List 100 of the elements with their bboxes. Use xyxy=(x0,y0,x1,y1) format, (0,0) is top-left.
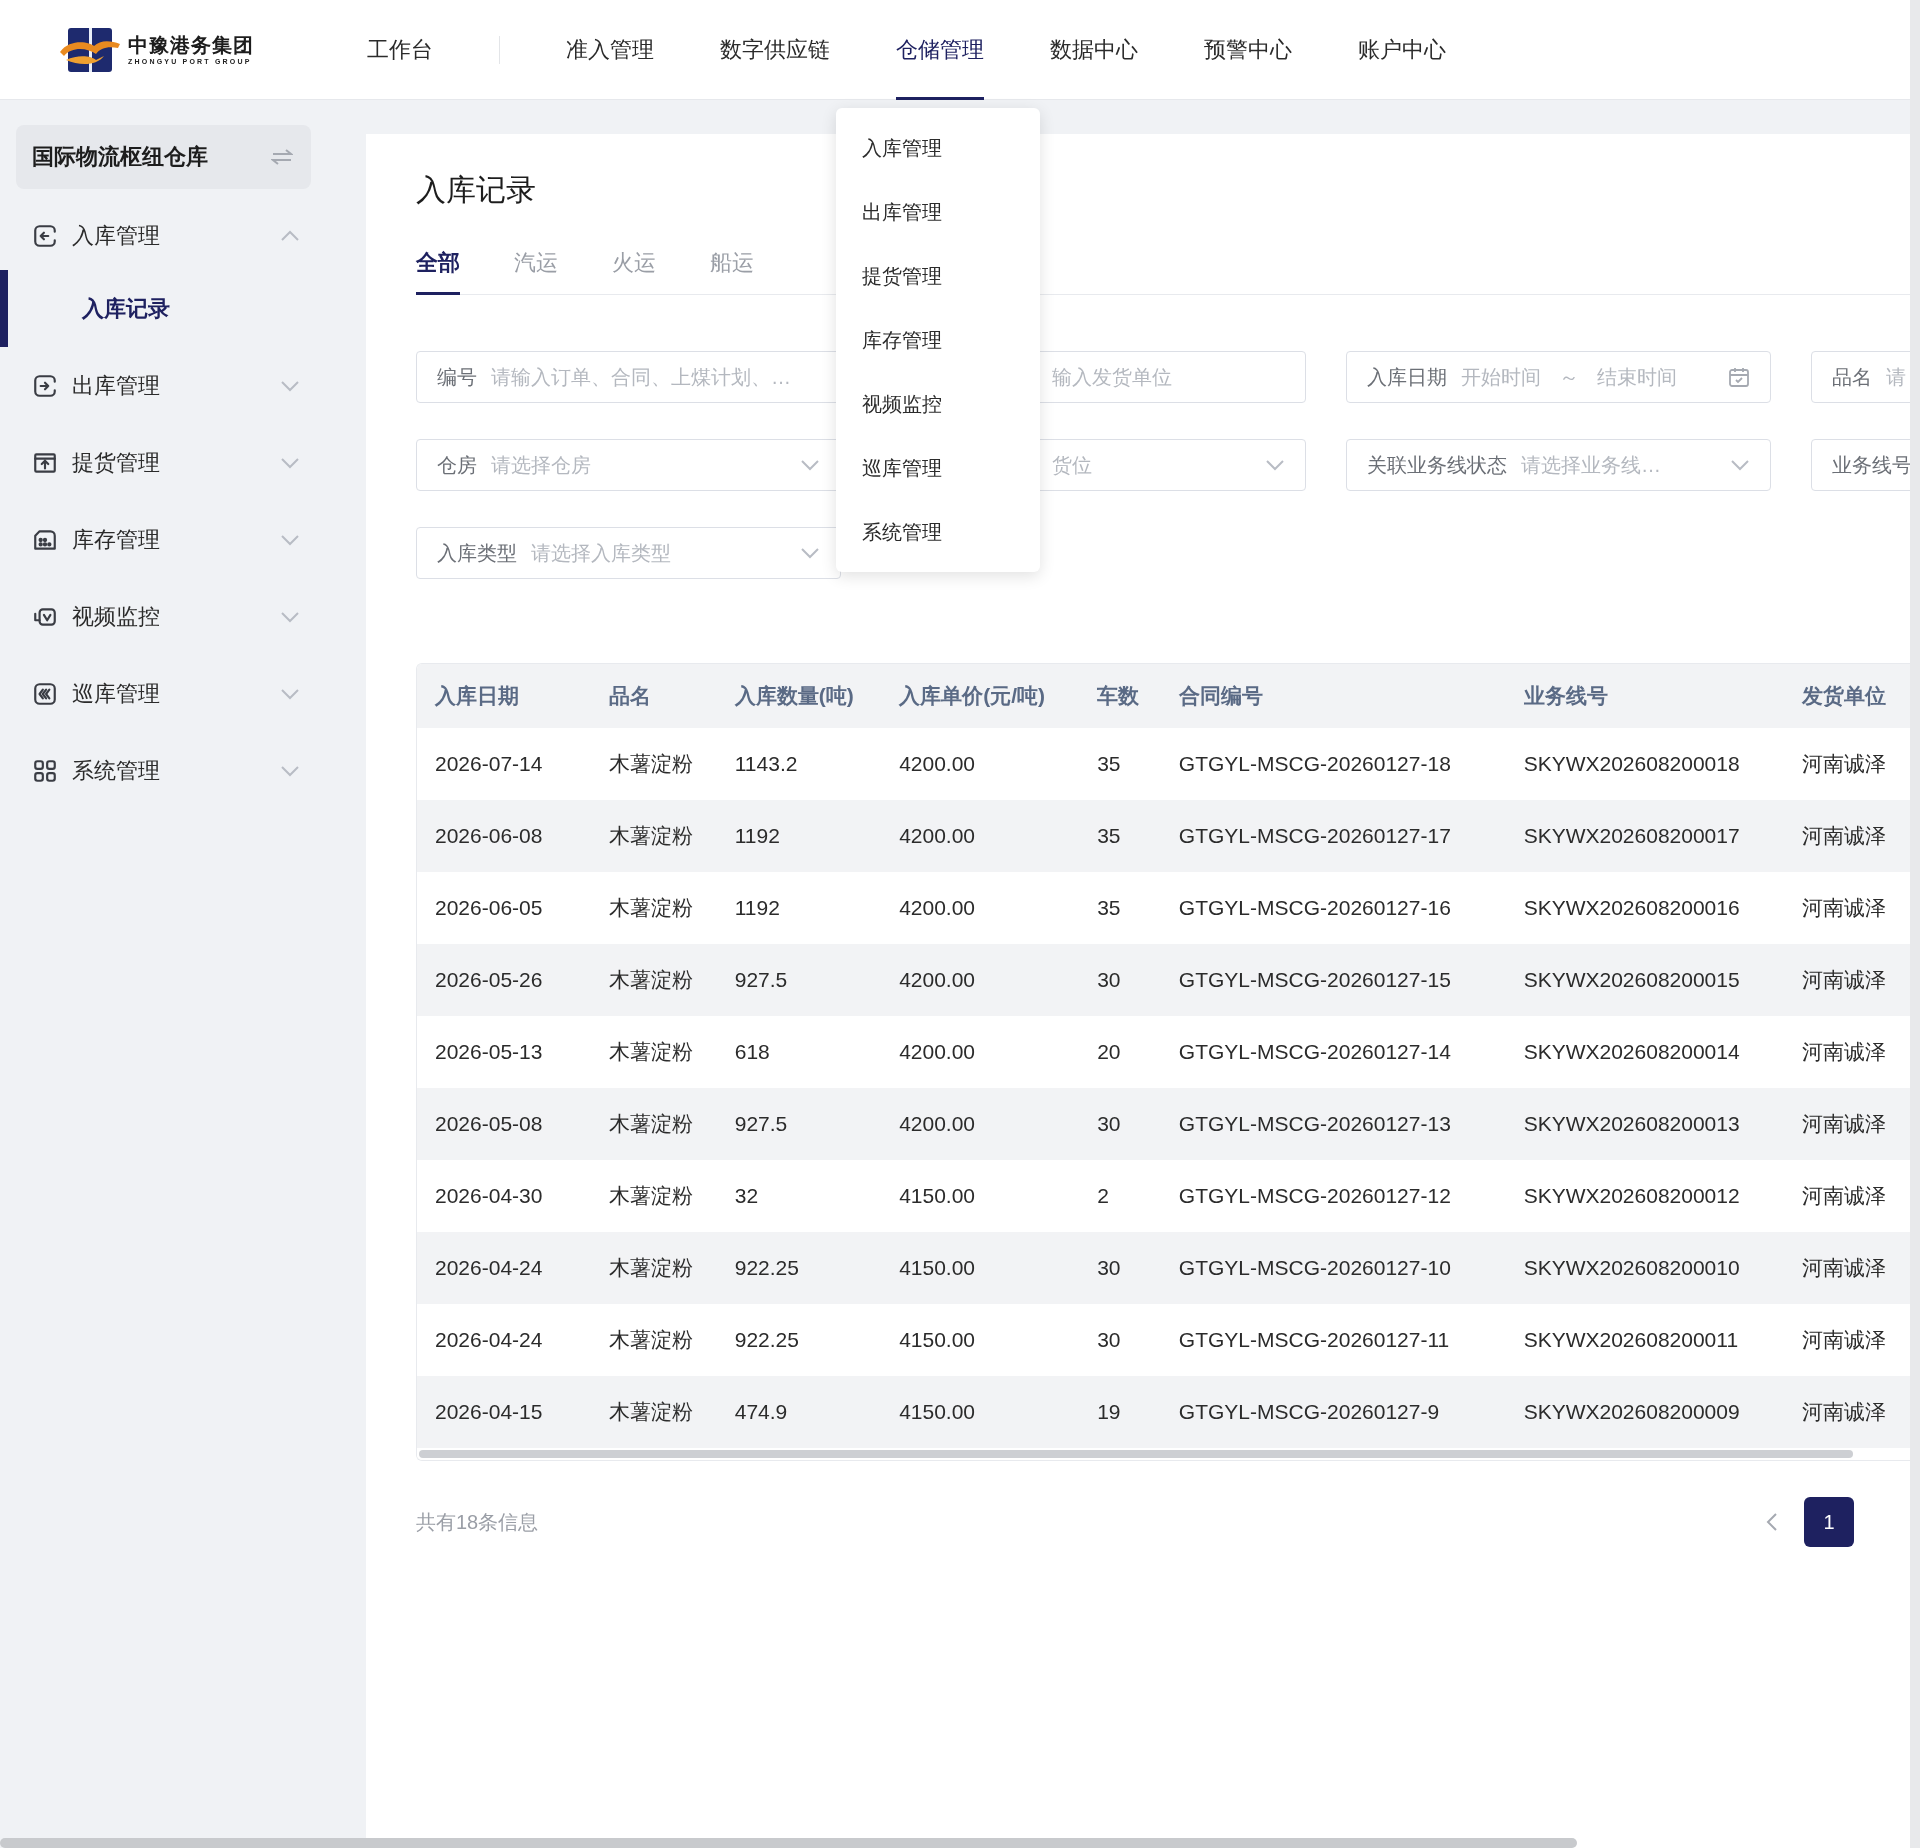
nav-tab[interactable]: 工作台 xyxy=(367,0,433,100)
table-cell: GTGYL-MSCG-20260127-15 xyxy=(1160,944,1506,1016)
table-cell: SKYWX202608200015 xyxy=(1505,944,1785,1016)
dropdown-menu-item[interactable]: 入库管理 xyxy=(836,116,1040,180)
table-cell: GTGYL-MSCG-20260127-13 xyxy=(1160,1088,1506,1160)
sidebar-menu-item[interactable]: 提货管理 xyxy=(0,424,366,501)
table-cell: SKYWX202608200018 xyxy=(1505,728,1785,800)
table-cell: 木薯淀粉 xyxy=(591,872,717,944)
date-range-field[interactable]: 入库日期 开始时间 ～ 结束时间 xyxy=(1346,351,1771,403)
page-button[interactable]: 1 xyxy=(1804,1497,1854,1547)
logo-name: 中豫港务集团 xyxy=(128,32,254,57)
table-cell: 河南诚泽 xyxy=(1784,728,1920,800)
table-cell: 35 xyxy=(1079,728,1161,800)
warehouse-switcher[interactable]: 国际物流枢纽仓库 xyxy=(16,125,311,189)
table-cell: GTGYL-MSCG-20260127-17 xyxy=(1160,800,1506,872)
nav-tab[interactable]: 仓储管理 xyxy=(896,0,984,100)
table-cell: 4150.00 xyxy=(881,1304,1080,1376)
logo-icon xyxy=(60,25,120,74)
table-cell: 2026-04-30 xyxy=(417,1160,592,1232)
select-field[interactable]: 关联业务线状态 请选择业务线… xyxy=(1346,439,1771,491)
table-cell: 4200.00 xyxy=(881,800,1080,872)
table-cell: GTGYL-MSCG-20260127-10 xyxy=(1160,1232,1506,1304)
table-cell: 20 xyxy=(1079,1016,1161,1088)
table-cell: 4200.00 xyxy=(881,944,1080,1016)
column-header: 入库数量(吨) xyxy=(716,664,882,728)
table-cell: 木薯淀粉 xyxy=(591,1304,717,1376)
horizontal-scrollbar[interactable] xyxy=(0,1838,1577,1848)
table-cell: 木薯淀粉 xyxy=(591,1232,717,1304)
sidebar-menu-item[interactable]: 库存管理 xyxy=(0,501,366,578)
table-cell: SKYWX202608200009 xyxy=(1505,1376,1785,1448)
table-cell: 927.5 xyxy=(716,1088,882,1160)
table-cell: 4150.00 xyxy=(881,1376,1080,1448)
sidebar-menu-item[interactable]: 系统管理 xyxy=(0,732,366,809)
table-cell: 4200.00 xyxy=(881,1016,1080,1088)
dropdown-menu-item[interactable]: 出库管理 xyxy=(836,180,1040,244)
sidebar-menu-item[interactable]: 巡库管理 xyxy=(0,655,366,732)
chevron-down-icon xyxy=(280,610,300,623)
table-cell: 河南诚泽 xyxy=(1784,1304,1920,1376)
page-title: 入库记录 xyxy=(416,172,536,208)
table-cell: 木薯淀粉 xyxy=(591,1376,717,1448)
scrollbar-thumb[interactable] xyxy=(419,1450,1853,1458)
previous-page-icon[interactable] xyxy=(1766,1512,1778,1532)
column-header: 业务线号 xyxy=(1505,664,1785,728)
column-header: 入库日期 xyxy=(417,664,592,728)
tab[interactable]: 全部 xyxy=(416,240,460,295)
vertical-scrollbar[interactable] xyxy=(1910,0,1920,1848)
chevron-down-icon xyxy=(800,547,820,559)
table-cell: GTGYL-MSCG-20260127-11 xyxy=(1160,1304,1506,1376)
table-cell: 2026-04-24 xyxy=(417,1232,592,1304)
table-cell: 922.25 xyxy=(716,1304,882,1376)
table-cell: 30 xyxy=(1079,1088,1161,1160)
table-cell: 木薯淀粉 xyxy=(591,800,717,872)
table-cell: SKYWX202608200012 xyxy=(1505,1160,1785,1232)
column-header: 车数 xyxy=(1079,664,1161,728)
table-cell: 1192 xyxy=(716,800,882,872)
dropdown-menu-item[interactable]: 提货管理 xyxy=(836,244,1040,308)
column-header: 合同编号 xyxy=(1160,664,1506,728)
table-cell: 474.9 xyxy=(716,1376,882,1448)
table-cell: 35 xyxy=(1079,800,1161,872)
chevron-down-icon xyxy=(280,379,300,392)
table-cell: 4200.00 xyxy=(881,728,1080,800)
table-cell: 2026-05-13 xyxy=(417,1016,592,1088)
chevron-down-icon xyxy=(280,456,300,469)
sidebar-menu-item[interactable]: 出库管理 xyxy=(0,347,366,424)
table-cell: GTGYL-MSCG-20260127-18 xyxy=(1160,728,1506,800)
menu-icon xyxy=(32,372,58,399)
sidebar-menu-item[interactable]: 视频监控 xyxy=(0,578,366,655)
table-cell: 木薯淀粉 xyxy=(591,1088,717,1160)
table-cell: 2026-04-15 xyxy=(417,1376,592,1448)
table-cell: 木薯淀粉 xyxy=(591,1016,717,1088)
column-header: 入库单价(元/吨) xyxy=(881,664,1080,728)
swap-icon xyxy=(271,148,293,166)
record-count: 共有18条信息 xyxy=(416,1509,540,1535)
nav-tab[interactable]: 账户中心 xyxy=(1358,0,1446,100)
column-header: 品名 xyxy=(591,664,717,728)
table-cell: 4150.00 xyxy=(881,1232,1080,1304)
table-cell: 1143.2 xyxy=(716,728,882,800)
table-cell: SKYWX202608200014 xyxy=(1505,1016,1785,1088)
calendar-icon xyxy=(1728,366,1750,388)
nav-tab[interactable]: 数据中心 xyxy=(1050,0,1138,100)
table-cell: 19 xyxy=(1079,1376,1161,1448)
nav-tab[interactable]: 准入管理 xyxy=(566,0,654,100)
table-cell: 30 xyxy=(1079,1232,1161,1304)
table-cell: 木薯淀粉 xyxy=(591,944,717,1016)
table-cell: 4150.00 xyxy=(881,1160,1080,1232)
table-cell: 河南诚泽 xyxy=(1784,1160,1920,1232)
nav-tab[interactable]: 数字供应链 xyxy=(720,0,830,100)
table-cell: GTGYL-MSCG-20260127-14 xyxy=(1160,1016,1506,1088)
nav-tab[interactable]: 预警中心 xyxy=(1204,0,1292,100)
table-cell: GTGYL-MSCG-20260127-16 xyxy=(1160,872,1506,944)
table-cell: 4200.00 xyxy=(881,872,1080,944)
table-cell: 32 xyxy=(716,1160,882,1232)
table-cell: 922.25 xyxy=(716,1232,882,1304)
table-cell: SKYWX202608200017 xyxy=(1505,800,1785,872)
table-cell: 927.5 xyxy=(716,944,882,1016)
table-cell: 木薯淀粉 xyxy=(591,1160,717,1232)
table-cell: SKYWX202608200016 xyxy=(1505,872,1785,944)
table-cell: SKYWX202608200010 xyxy=(1505,1232,1785,1304)
table-cell: 木薯淀粉 xyxy=(591,728,717,800)
select-field[interactable]: 入库类型 请选择入库类型 xyxy=(416,527,841,579)
